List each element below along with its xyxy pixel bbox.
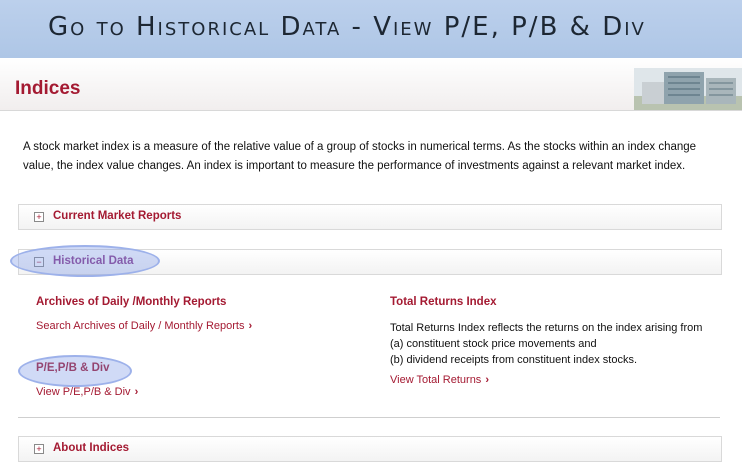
current-market-reports-panel[interactable]: + Current Market Reports <box>18 204 722 230</box>
current-market-reports-label[interactable]: Current Market Reports <box>53 210 181 222</box>
page-title: Indices <box>15 78 81 99</box>
search-archives-label[interactable]: Search Archives of Daily / Monthly Repor… <box>36 320 244 332</box>
about-indices-label[interactable]: About Indices <box>53 442 129 454</box>
intro-paragraph: A stock market index is a measure of the… <box>23 141 697 172</box>
tri-line-2: (a) constituent stock price movements an… <box>390 338 597 350</box>
tri-line-1: Total Returns Index reflects the returns… <box>390 322 703 334</box>
section-divider <box>18 417 720 418</box>
chevron-right-icon: › <box>134 386 139 398</box>
view-pe-pb-div-link[interactable]: View P/E,P/B & Div › <box>36 386 138 398</box>
chevron-right-icon: › <box>248 320 253 332</box>
total-returns-heading: Total Returns Index <box>390 296 497 308</box>
chevron-right-icon: › <box>485 374 489 386</box>
tri-line-3: (b) dividend receipts from constituent i… <box>390 354 638 366</box>
view-total-returns-link[interactable]: View Total Returns › <box>390 374 489 386</box>
expand-icon[interactable]: + <box>34 212 44 222</box>
search-archives-link[interactable]: Search Archives of Daily / Monthly Repor… <box>36 320 252 332</box>
about-indices-panel[interactable]: + About Indices <box>18 436 722 462</box>
archives-heading: Archives of Daily /Monthly Reports <box>36 296 227 308</box>
pe-pb-div-highlight <box>18 355 132 387</box>
view-total-returns-label[interactable]: View Total Returns <box>390 374 481 386</box>
expand-icon[interactable]: + <box>34 444 44 454</box>
historical-data-highlight <box>10 245 160 277</box>
page-header: Indices <box>0 58 742 111</box>
view-pe-pb-div-label[interactable]: View P/E,P/B & Div <box>36 386 131 398</box>
total-returns-description: Total Returns Index reflects the returns… <box>390 320 730 368</box>
banner-text: Go to Historical Data - View P/E, P/B & … <box>48 12 646 42</box>
building-image <box>634 68 742 110</box>
tutorial-banner: Go to Historical Data - View P/E, P/B & … <box>0 0 742 58</box>
